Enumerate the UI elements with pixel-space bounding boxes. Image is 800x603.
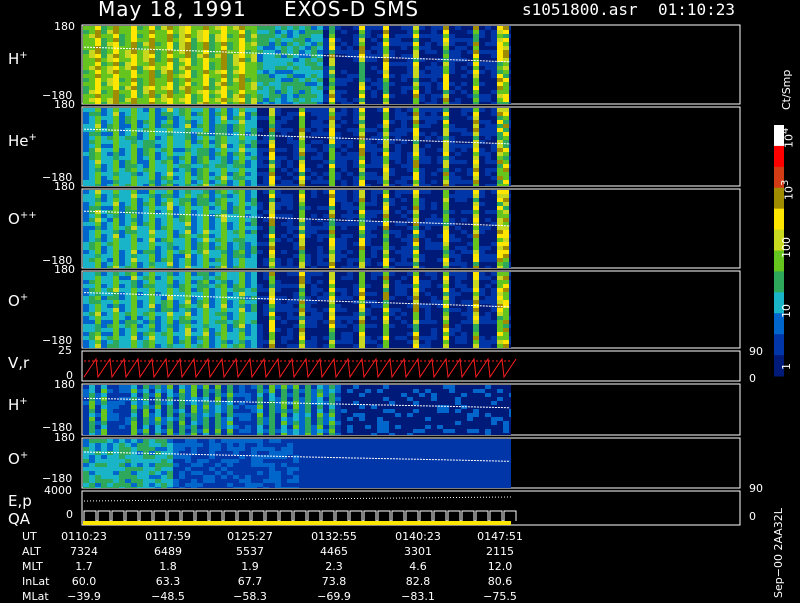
colorbar-tick-10000: 104 bbox=[780, 128, 796, 148]
eph-value: 7324 bbox=[56, 545, 112, 558]
colorbar-tick-10: 10 bbox=[780, 304, 793, 318]
panel-frame-8 bbox=[82, 491, 740, 525]
colorbar-seg-4 bbox=[774, 209, 784, 230]
panel-label-o-plus-plus: O++ bbox=[8, 210, 37, 228]
qa-bar bbox=[83, 521, 511, 525]
eph-value: 1.9 bbox=[222, 560, 278, 573]
ytick-p8-bot: 0 bbox=[66, 508, 73, 521]
eph-value: 1.8 bbox=[140, 560, 196, 573]
eph-value: 12.0 bbox=[472, 560, 528, 573]
panel-label-h-plus-1: H+ bbox=[8, 50, 28, 68]
eph-label-alt: ALT bbox=[22, 545, 41, 558]
eph-value: 3301 bbox=[390, 545, 446, 558]
eph-value: −58.3 bbox=[222, 590, 278, 603]
ytick-p3-top: 180 bbox=[54, 180, 75, 193]
eph-value: 2.3 bbox=[306, 560, 362, 573]
eph-value: 1.7 bbox=[56, 560, 112, 573]
eph-label-inlat: InLat bbox=[22, 575, 49, 588]
colorbar-tick-1000: 103 bbox=[780, 180, 796, 200]
eph-value: 0132:55 bbox=[306, 530, 362, 543]
eph-value: −75.5 bbox=[472, 590, 528, 603]
eph-value: 0110:23 bbox=[56, 530, 112, 543]
eph-value: 4.6 bbox=[390, 560, 446, 573]
colorbar-seg-7 bbox=[774, 271, 784, 292]
eph-value: 0125:27 bbox=[222, 530, 278, 543]
panel-label-vr: V,r bbox=[8, 354, 29, 372]
eph-value: 2115 bbox=[472, 545, 528, 558]
eph-value: −39.9 bbox=[56, 590, 112, 603]
eph-value: 0140:23 bbox=[390, 530, 446, 543]
spectrogram-7 bbox=[83, 439, 511, 488]
ytick-p2-top: 180 bbox=[54, 98, 75, 111]
ytick-p1-top: 180 bbox=[54, 20, 75, 33]
plot-file: s1051800.asr bbox=[522, 0, 638, 19]
colorbar-seg-1 bbox=[774, 146, 784, 167]
ytick-p4-top: 180 bbox=[54, 263, 75, 276]
plot-time: 01:10:23 bbox=[658, 0, 735, 19]
spectrogram-1 bbox=[83, 26, 511, 104]
rtick-p5-bot: 0 bbox=[749, 372, 756, 385]
rtick-p8-bot: 0 bbox=[749, 510, 756, 523]
panel-label-he-plus: He+ bbox=[8, 132, 37, 150]
eph-value: −48.5 bbox=[140, 590, 196, 603]
colorbar-tick-100: 100 bbox=[780, 237, 793, 258]
spectrogram-4 bbox=[83, 272, 511, 348]
panel-label-o-plus: O+ bbox=[8, 292, 28, 310]
panel-label-h-plus-2: H+ bbox=[8, 396, 28, 414]
panel-label-ep: E,p bbox=[8, 492, 32, 510]
eph-value: 0117:59 bbox=[140, 530, 196, 543]
sms-plot bbox=[0, 0, 800, 600]
eph-value: 60.0 bbox=[56, 575, 112, 588]
rtick-p5-top: 90 bbox=[749, 345, 763, 358]
spectrogram-6 bbox=[83, 385, 511, 435]
eph-value: 67.7 bbox=[222, 575, 278, 588]
eph-value: 4465 bbox=[306, 545, 362, 558]
panel-label-o-plus-2: O+ bbox=[8, 450, 28, 468]
eph-value: −83.1 bbox=[390, 590, 446, 603]
eph-label-mlat: MLat bbox=[22, 590, 49, 603]
ytick-p7-top: 180 bbox=[54, 431, 75, 444]
spectrogram-2 bbox=[83, 108, 511, 186]
eph-value: 73.8 bbox=[306, 575, 362, 588]
eph-value: 63.3 bbox=[140, 575, 196, 588]
colorbar-unit-label: Ct/Smp bbox=[780, 70, 793, 110]
eph-value: 6489 bbox=[140, 545, 196, 558]
colorbar-tick-1: 1 bbox=[780, 363, 793, 370]
panel-label-qa: QA bbox=[8, 510, 30, 528]
eph-label-mlt: MLT bbox=[22, 560, 43, 573]
rtick-p8-top: 90 bbox=[749, 482, 763, 495]
ytick-p6-top: 180 bbox=[54, 378, 75, 391]
plot-date: May 18, 1991 bbox=[98, 0, 247, 21]
eph-value: 0147:51 bbox=[472, 530, 528, 543]
colorbar-seg-10 bbox=[774, 334, 784, 355]
plot-instrument: EXOS-D SMS bbox=[284, 0, 419, 21]
eph-value: 80.6 bbox=[472, 575, 528, 588]
eph-value: −69.9 bbox=[306, 590, 362, 603]
eph-value: 5537 bbox=[222, 545, 278, 558]
eph-value: 82.8 bbox=[390, 575, 446, 588]
ytick-p8-top: 4000 bbox=[44, 484, 72, 497]
eph-label-ut: UT bbox=[22, 530, 37, 543]
ytick-p5-top: 25 bbox=[58, 344, 72, 357]
spectrogram-3 bbox=[83, 190, 511, 268]
side-code: Sep−00 2AA32L bbox=[772, 508, 785, 598]
